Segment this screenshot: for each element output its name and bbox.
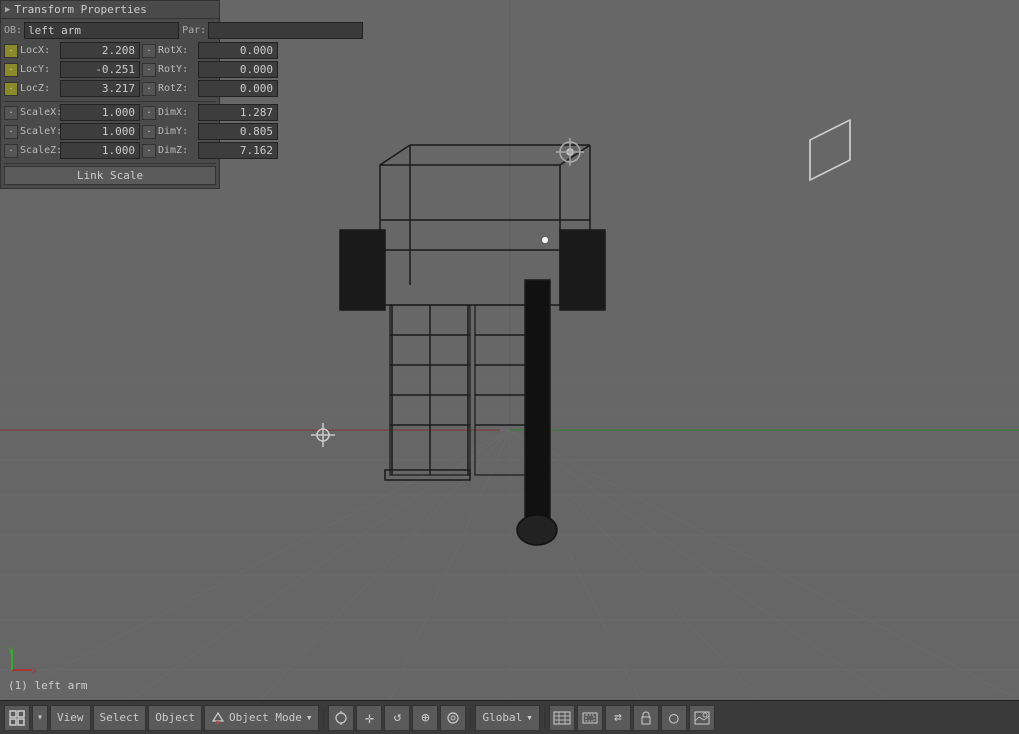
- lock-button[interactable]: [633, 705, 659, 731]
- circle-button[interactable]: ○: [661, 705, 687, 731]
- scalex-input[interactable]: [60, 104, 140, 121]
- dimz-label: DimZ:: [158, 145, 196, 156]
- global-label: Global: [482, 711, 522, 724]
- rotx-row: · RotX:: [142, 42, 278, 59]
- viewport-dropdown-arrow[interactable]: ▾: [32, 705, 48, 731]
- dimy-input[interactable]: [198, 123, 278, 140]
- locy-input[interactable]: [60, 61, 140, 78]
- transform-properties-panel: ▶ Transform Properties OB: Par: · LocX:: [0, 0, 220, 189]
- sync-button[interactable]: ⇄: [605, 705, 631, 731]
- scalex-label: ScaleX:: [20, 107, 58, 118]
- dimx-row: · DimX:: [142, 104, 278, 121]
- rotz-label: RotZ:: [158, 83, 196, 94]
- dimy-lock[interactable]: ·: [142, 125, 156, 139]
- panel-title: Transform Properties: [14, 3, 146, 16]
- dimy-row: · DimY:: [142, 123, 278, 140]
- rotz-input[interactable]: [198, 80, 278, 97]
- rotz-lock[interactable]: ·: [142, 82, 156, 96]
- scaley-input[interactable]: [60, 123, 140, 140]
- translate-button[interactable]: ✛: [356, 705, 382, 731]
- snap-button[interactable]: [328, 705, 354, 731]
- rotx-input[interactable]: [198, 42, 278, 59]
- object-name-label: (1) left arm: [8, 679, 87, 692]
- bottom-toolbar: ▾ View Select Object Object Mode ▾ ✛ ↺ ⊕…: [0, 700, 1019, 734]
- scalez-lock[interactable]: ·: [4, 144, 18, 158]
- render-region-button[interactable]: [577, 705, 603, 731]
- locx-lock[interactable]: ·: [4, 44, 18, 58]
- roty-lock[interactable]: ·: [142, 63, 156, 77]
- viewport-info: X Y (1) left arm: [8, 646, 87, 692]
- ob-input[interactable]: [24, 22, 179, 39]
- locy-lock[interactable]: ·: [4, 63, 18, 77]
- scaley-row: · ScaleY:: [4, 123, 140, 140]
- par-label: Par:: [182, 25, 206, 36]
- scaley-label: ScaleY:: [20, 126, 58, 137]
- object-mode-label: Object Mode: [229, 711, 302, 724]
- dimx-input[interactable]: [198, 104, 278, 121]
- object-menu-button[interactable]: Object: [148, 705, 202, 731]
- dimz-row: · DimZ:: [142, 142, 278, 159]
- roty-row: · RotY:: [142, 61, 278, 78]
- dimz-lock[interactable]: ·: [142, 144, 156, 158]
- rotate-button[interactable]: ↺: [384, 705, 410, 731]
- panel-header: ▶ Transform Properties: [1, 1, 219, 19]
- locy-label: LocY:: [20, 64, 58, 75]
- rotx-label: RotX:: [158, 45, 196, 56]
- object-mode-icon: [211, 711, 225, 725]
- locz-lock[interactable]: ·: [4, 82, 18, 96]
- view-menu-button[interactable]: View: [50, 705, 91, 731]
- locx-label: LocX:: [20, 45, 58, 56]
- scalez-row: · ScaleZ:: [4, 142, 140, 159]
- link-scale-button[interactable]: Link Scale: [4, 166, 216, 185]
- roty-input[interactable]: [198, 61, 278, 78]
- proportional-edit-button[interactable]: [440, 705, 466, 731]
- global-dropdown[interactable]: Global ▾: [475, 705, 539, 731]
- select-menu-button[interactable]: Select: [93, 705, 147, 731]
- ob-label: OB:: [4, 25, 22, 36]
- locx-row: · LocX:: [4, 42, 140, 59]
- locz-input[interactable]: [60, 80, 140, 97]
- dimx-label: DimX:: [158, 107, 196, 118]
- roty-label: RotY:: [158, 64, 196, 75]
- rotz-row: · RotZ:: [142, 80, 278, 97]
- scaley-lock[interactable]: ·: [4, 125, 18, 139]
- cursor-button[interactable]: ⊕: [412, 705, 438, 731]
- dimy-label: DimY:: [158, 126, 196, 137]
- locz-label: LocZ:: [20, 83, 58, 94]
- scalez-label: ScaleZ:: [20, 145, 58, 156]
- scalez-input[interactable]: [60, 142, 140, 159]
- global-dropdown-arrow: ▾: [526, 711, 533, 724]
- svg-text:X: X: [32, 667, 36, 674]
- object-mode-dropdown[interactable]: Object Mode ▾: [204, 705, 319, 731]
- dimz-input[interactable]: [198, 142, 278, 159]
- par-input[interactable]: [208, 22, 363, 39]
- scalex-lock[interactable]: ·: [4, 106, 18, 120]
- mode-dropdown-arrow: ▾: [306, 711, 313, 724]
- svg-text:Y: Y: [8, 647, 14, 657]
- ob-par-row: OB: Par:: [4, 22, 216, 39]
- scalex-row: · ScaleX:: [4, 104, 140, 121]
- locz-row: · LocZ:: [4, 80, 140, 97]
- layer-button[interactable]: [549, 705, 575, 731]
- view-toggle-icon[interactable]: [4, 705, 30, 731]
- dimx-lock[interactable]: ·: [142, 106, 156, 120]
- image-button[interactable]: [689, 705, 715, 731]
- axis-indicator: X Y: [8, 646, 36, 674]
- rotx-lock[interactable]: ·: [142, 44, 156, 58]
- panel-collapse-icon[interactable]: ▶: [5, 5, 10, 15]
- locy-row: · LocY:: [4, 61, 140, 78]
- locx-input[interactable]: [60, 42, 140, 59]
